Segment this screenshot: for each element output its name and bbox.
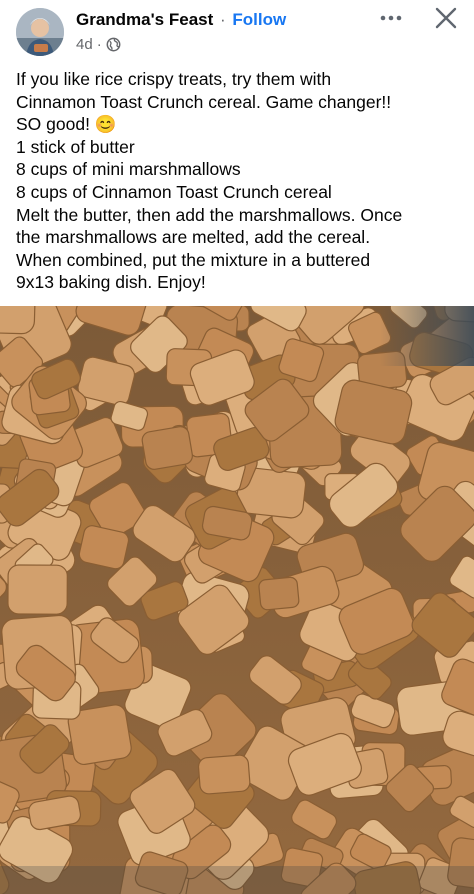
close-button[interactable] (434, 6, 458, 30)
cereal-piece (141, 426, 193, 470)
post-text-line: When combined, put the mixture in a butt… (16, 249, 371, 270)
more-button[interactable] (378, 8, 404, 28)
post-text-line: 8 cups of mini marshmallows (16, 159, 241, 180)
post-text-line: Melt the butter, then add the marshmallo… (16, 204, 403, 225)
meta-separator: · (96, 36, 102, 53)
name-separator: · (220, 10, 226, 29)
post-text-line: 8 cups of Cinnamon Toast Crunch cereal (16, 181, 332, 202)
post-text-line: Cinnamon Toast Crunch cereal. Game chang… (16, 91, 392, 112)
author-row: Grandma's Feast · Follow (76, 10, 286, 30)
cereal-piece (7, 564, 68, 615)
cereal-piece (258, 576, 300, 611)
cereal-piece (197, 754, 251, 795)
avatar-image (16, 8, 64, 56)
close-icon (435, 7, 457, 29)
post-text-line: 9x13 baking dish. Enjoy! (16, 272, 206, 293)
post-text: If you like rice crispy treats, try them… (16, 68, 464, 294)
cereal-treats-image (0, 306, 474, 894)
avatar[interactable] (16, 8, 64, 56)
globe-icon (106, 37, 121, 52)
follow-button[interactable]: Follow (232, 10, 286, 29)
cereal-piece (0, 306, 36, 335)
smile-emoji: 😊 (94, 114, 117, 135)
post-time[interactable]: 4d (76, 36, 93, 53)
post-meta: 4d · (76, 36, 121, 53)
post-text-line-content: SO good! (16, 114, 90, 135)
post-text-line: 1 stick of butter (16, 136, 135, 157)
post-photo[interactable] (0, 306, 474, 894)
more-icon (380, 15, 402, 21)
post-text-line: If you like rice crispy treats, try them… (16, 69, 332, 89)
post-header: Grandma's Feast · Follow 4d · (0, 0, 474, 64)
post-text-line: SO good! 😊 (16, 113, 464, 136)
post-text-line: the marshmallows are melted, add the cer… (16, 227, 371, 248)
author-name[interactable]: Grandma's Feast (76, 10, 213, 29)
